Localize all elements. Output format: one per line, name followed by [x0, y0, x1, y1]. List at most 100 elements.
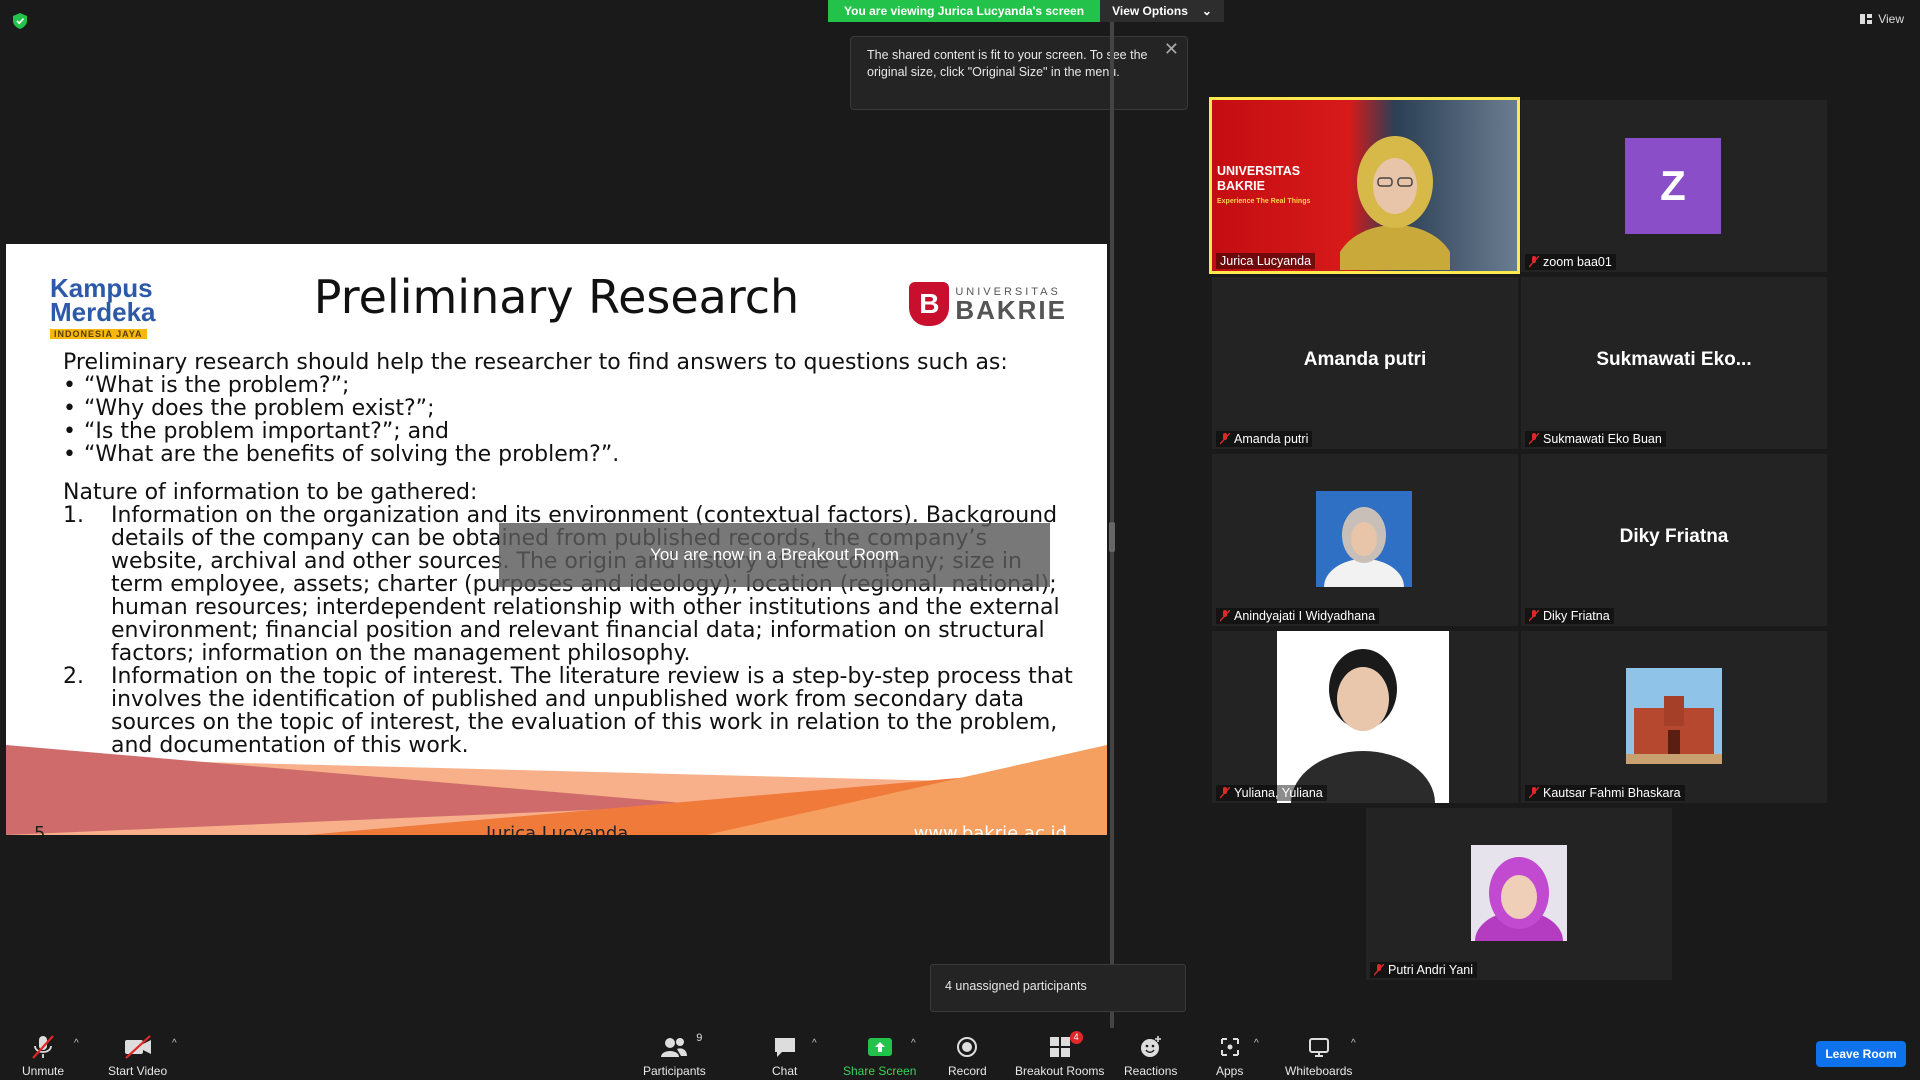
audio-options-caret-icon[interactable]: ^ — [74, 1038, 79, 1049]
view-button[interactable]: View — [1860, 12, 1904, 26]
whiteboards-options-caret-icon[interactable]: ^ — [1351, 1038, 1356, 1049]
mic-off-icon — [1529, 787, 1539, 799]
profile-photo — [1626, 668, 1722, 764]
speaker-background-text: UNIVERSITAS BAKRIE Experience The Real T… — [1217, 164, 1310, 209]
participant-tile-putri[interactable]: Putri Andri Yani — [1366, 808, 1672, 980]
chat-button[interactable]: Chat — [772, 1034, 797, 1078]
share-screen-button[interactable]: Share Screen — [843, 1034, 916, 1078]
participant-display-name: Sukmawati Eko... — [1596, 349, 1752, 370]
drag-handle[interactable] — [1109, 522, 1115, 552]
share-options-caret-icon[interactable]: ^ — [911, 1038, 916, 1049]
breakout-rooms-label: Breakout Rooms — [1015, 1064, 1105, 1078]
breakout-room-toast: You are now in a Breakout Room — [499, 523, 1050, 587]
chat-label: Chat — [772, 1064, 798, 1078]
participant-name: Kautsar Fahmi Bhaskara — [1543, 786, 1681, 800]
participant-tile-jurica[interactable]: UNIVERSITAS BAKRIE Experience The Real T… — [1209, 97, 1520, 274]
bullet-text: “What are the benefits of solving the pr… — [84, 442, 620, 467]
slide-footer: 5 Jurica Lucyanda www.bakrie.ac.id — [6, 823, 1107, 835]
participant-name-label: Putri Andri Yani — [1370, 962, 1478, 978]
mic-off-icon — [1220, 610, 1230, 622]
participant-tile-kautsar[interactable]: Kautsar Fahmi Bhaskara — [1521, 631, 1827, 803]
record-icon — [956, 1034, 978, 1060]
participants-button[interactable]: 9 Participants — [643, 1032, 706, 1078]
participants-label: Participants — [643, 1064, 706, 1078]
participant-tile-zoom-baa01[interactable]: Z zoom baa01 — [1521, 100, 1827, 272]
speaker-video — [1340, 136, 1450, 270]
smiley-icon — [1139, 1034, 1163, 1060]
mic-off-icon — [1220, 787, 1230, 799]
apps-options-caret-icon[interactable]: ^ — [1254, 1038, 1259, 1049]
share-screen-icon — [867, 1034, 893, 1060]
participant-name-label: Diky Friatna — [1525, 608, 1614, 624]
chat-options-caret-icon[interactable]: ^ — [812, 1038, 817, 1049]
participant-name: Putri Andri Yani — [1388, 963, 1474, 977]
participant-display-name: Amanda putri — [1303, 349, 1427, 370]
breakout-rooms-icon: 4 — [1049, 1031, 1083, 1060]
screen-share-banner: You are viewing Jurica Lucyanda's screen… — [828, 0, 1224, 22]
apps-button[interactable]: Apps — [1216, 1034, 1243, 1078]
bg-text-line2: BAKRIE — [1217, 179, 1265, 193]
chat-icon — [773, 1034, 797, 1060]
profile-photo — [1316, 491, 1412, 587]
unmute-button[interactable]: Unmute — [22, 1034, 64, 1078]
slide-intro: Preliminary research should help the res… — [63, 350, 1008, 375]
profile-photo — [1277, 631, 1449, 803]
item-text: Information on the topic of interest. Th… — [111, 664, 1073, 758]
bg-text-line1: UNIVERSITAS — [1217, 164, 1301, 178]
participant-name-label: zoom baa01 — [1525, 254, 1616, 270]
view-options-button[interactable]: View Options ⌄ — [1100, 0, 1224, 22]
participant-name-label: Jurica Lucyanda — [1216, 253, 1316, 269]
nature-heading: Nature of information to be gathered: — [63, 480, 478, 505]
item-number: 2. — [63, 664, 84, 689]
unassigned-participants-popup[interactable]: 4 unassigned participants — [930, 964, 1186, 1012]
leave-room-button[interactable]: Leave Room — [1816, 1041, 1906, 1067]
participant-name: Amanda putri — [1234, 432, 1309, 446]
video-off-icon — [123, 1034, 153, 1060]
start-video-button[interactable]: Start Video — [108, 1034, 167, 1078]
record-button[interactable]: Record — [948, 1034, 987, 1078]
participant-tile-amanda[interactable]: Amanda putri Amanda putri — [1212, 277, 1518, 449]
participant-display-name: Diky Friatna — [1619, 526, 1729, 547]
participant-tile-diky[interactable]: Diky Friatna Diky Friatna — [1521, 454, 1827, 626]
whiteboard-icon — [1308, 1034, 1330, 1060]
slide-page-number: 5 — [34, 823, 46, 835]
bullet-item: • “Why does the problem exist?”; — [63, 396, 435, 421]
reactions-label: Reactions — [1124, 1064, 1178, 1078]
meeting-toolbar: Unmute ^ Start Video ^ 9 Participants Ch… — [0, 1028, 1920, 1080]
fit-screen-tooltip: The shared content is fit to your screen… — [850, 36, 1188, 110]
grid-view-icon — [1860, 14, 1873, 24]
logo-text-line3: INDONESIA JAYA — [50, 329, 147, 339]
close-icon[interactable]: ✕ — [1164, 40, 1179, 58]
participant-tile-sukmawati[interactable]: Sukmawati Eko... Sukmawati Eko Buan — [1521, 277, 1827, 449]
apps-icon — [1219, 1034, 1241, 1060]
whiteboards-button[interactable]: Whiteboards — [1285, 1034, 1352, 1078]
participant-name-label: Kautsar Fahmi Bhaskara — [1525, 785, 1685, 801]
numbered-item: 2. Information on the topic of interest. … — [63, 665, 1073, 757]
video-options-caret-icon[interactable]: ^ — [172, 1038, 177, 1049]
whiteboards-label: Whiteboards — [1285, 1064, 1353, 1078]
breakout-rooms-button[interactable]: 4 Breakout Rooms — [1015, 1031, 1105, 1078]
mic-off-icon — [30, 1034, 56, 1060]
profile-photo — [1471, 845, 1567, 941]
mic-off-icon — [1220, 433, 1230, 445]
tooltip-text: The shared content is fit to your screen… — [867, 48, 1148, 79]
mic-off-icon — [1529, 256, 1539, 268]
security-shield-icon[interactable] — [13, 13, 27, 29]
participant-name: Jurica Lucyanda — [1220, 254, 1312, 268]
item-number: 1. — [63, 503, 84, 528]
share-status-message: You are viewing Jurica Lucyanda's screen — [828, 0, 1101, 22]
participant-name: Yuliana, Yuliana — [1234, 786, 1323, 800]
participant-name: Sukmawati Eko Buan — [1543, 432, 1662, 446]
bakrie-b-mark: B — [909, 282, 950, 326]
reactions-button[interactable]: Reactions — [1124, 1034, 1177, 1078]
participant-name: Anindyajati I Widyadhana — [1234, 609, 1376, 623]
record-label: Record — [948, 1064, 987, 1078]
unmute-label: Unmute — [22, 1064, 65, 1078]
participant-tile-anindyajati[interactable]: Anindyajati I Widyadhana — [1212, 454, 1518, 626]
participant-name: Diky Friatna — [1543, 609, 1610, 623]
participant-name-label: Anindyajati I Widyadhana — [1216, 608, 1380, 624]
split-view-divider[interactable] — [1109, 22, 1115, 1028]
bg-text-line3: Experience The Real Things — [1217, 198, 1311, 205]
participant-tile-yuliana[interactable]: Yuliana, Yuliana — [1212, 631, 1518, 803]
participant-name-label: Sukmawati Eko Buan — [1525, 431, 1666, 447]
